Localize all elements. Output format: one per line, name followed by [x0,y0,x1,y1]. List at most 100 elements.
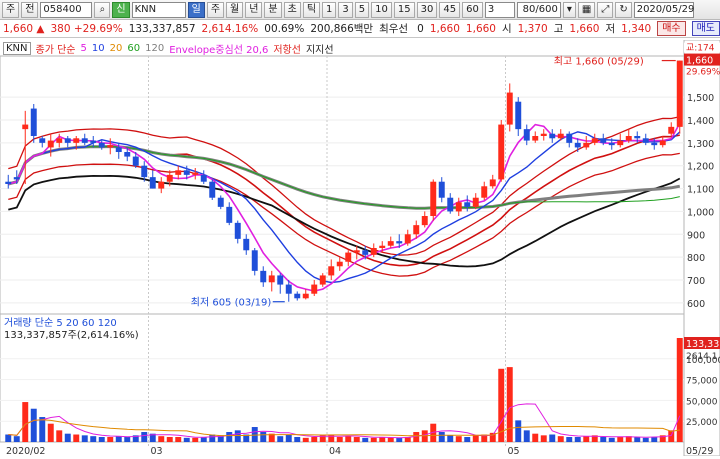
interval-5[interactable]: 5 [354,1,370,18]
volume-bar [183,437,190,442]
candle-body [413,225,420,235]
low-price: 1,340 [621,22,652,35]
period-month-button[interactable]: 월 [226,1,244,18]
volume-legend-value: 133,337,857주(2,614.16%) [4,330,139,341]
candle-body [166,174,173,182]
volume-bar [115,436,122,442]
toolbar: 주 전 058400 ⌕ 신 KNN 일 주 월 년 분 초 틱 1 3 5 1… [0,0,720,20]
volume-bar [251,427,258,442]
candle-body [557,133,564,139]
date-tick-label: 04 [329,446,341,456]
candle-body [370,248,377,255]
volume-bar [370,437,377,442]
candle-body [379,245,386,248]
candle-body [464,202,471,207]
volume-bar [362,437,369,442]
interval-30[interactable]: 30 [416,1,438,18]
toolbar-item-1[interactable]: 전 [21,1,39,18]
toolbar-item-0[interactable]: 주 [2,1,20,18]
candle-body [124,152,131,157]
volume-tick-label: 50,000 [686,397,718,407]
quote-bar: 1,660 ▲ 380 +29.69% 133,337,857 2,614.16… [0,20,720,38]
period-year-button[interactable]: 년 [245,1,263,18]
volume-bar [175,437,182,442]
candle-body [277,275,284,285]
candle-body [243,238,250,251]
volume-bar [396,437,403,442]
rate-badge: 29.69% [686,68,720,78]
candle-body [64,138,71,143]
volume-bar [345,436,352,442]
code-input[interactable]: 058400 [40,1,93,18]
period-tick-button[interactable]: 틱 [302,1,321,18]
volume-bar [166,437,173,442]
candle-body [22,124,29,130]
interval-1[interactable]: 1 [322,1,337,18]
candle-body [81,138,88,143]
interval-45[interactable]: 45 [439,1,461,18]
volume-rate: 2,614.16% [201,22,259,35]
open-price: 1,370 [517,22,548,35]
candle-body [158,181,165,189]
candle-body [319,275,326,285]
interval-3[interactable]: 3 [338,1,353,18]
candle-body [175,170,182,175]
candle-body [336,261,343,267]
period-minute-button[interactable]: 분 [264,1,282,18]
candle-body [268,275,275,283]
candle-body [73,138,80,143]
price-tick-label: 1,500 [687,93,714,104]
price-tick-label: 1,000 [687,207,714,218]
volume-bar [56,430,63,442]
candle-body [625,136,632,141]
legend-resistance: 저항선 [273,44,301,56]
candle-body [430,181,437,216]
candle-body [472,197,479,207]
candle-body [56,138,63,143]
legend-stock-name: KNN [3,41,31,55]
candle-body [591,138,598,143]
candle-body [523,129,530,141]
period-week-button[interactable]: 주 [206,1,225,18]
sell-button[interactable]: 매도 [691,21,720,36]
ask-price: 1,660 [429,22,460,35]
candle-body [498,124,505,180]
candle-body [396,241,403,244]
candle-body [260,270,267,283]
candle-body [226,206,233,223]
candle-body [642,138,649,143]
dropdown-icon[interactable]: ▾ [562,1,576,18]
candle-body [540,133,547,136]
candle-body [251,250,258,271]
chart-svg[interactable]: 1,500 1,400 1,300 1,200 1,100 1,000 900 800 700 6… [0,39,720,457]
volume-bar [107,437,114,442]
stock-name[interactable]: KNN [131,1,186,18]
candle-body [676,60,683,127]
volume-bar [455,436,462,442]
volume-bar [506,367,513,442]
refresh-icon[interactable]: ↻ [615,1,632,18]
candle-body [362,250,369,255]
period-second-button[interactable]: 초 [283,1,301,18]
open-label: 시 [501,23,512,35]
count-select[interactable]: 3 [484,1,515,18]
interval-10[interactable]: 10 [371,1,392,18]
volume-bar [353,437,360,442]
candle-body [302,293,309,299]
interval-15[interactable]: 15 [393,1,415,18]
volume-bar [634,437,641,442]
buy-button[interactable]: 매수 [657,21,686,36]
period-day-button[interactable]: 일 [187,1,205,18]
candle-body [345,252,352,262]
interval-60[interactable]: 60 [462,1,483,18]
volume-bar [311,437,318,442]
date-input[interactable]: 2020/05/29 [633,1,694,18]
zoom-icon[interactable]: ⤢ [597,1,614,18]
volume-bar [642,437,649,442]
candle-body [617,140,624,146]
view-count-input[interactable]: 80/600 [516,1,561,18]
priority-label: 최우선 [379,23,409,35]
grid-icon[interactable]: ▦ [577,1,596,18]
chart-area[interactable]: 1,500 1,400 1,300 1,200 1,100 1,000 900 800 700 6… [0,39,720,457]
search-icon[interactable]: ⌕ [94,1,111,18]
